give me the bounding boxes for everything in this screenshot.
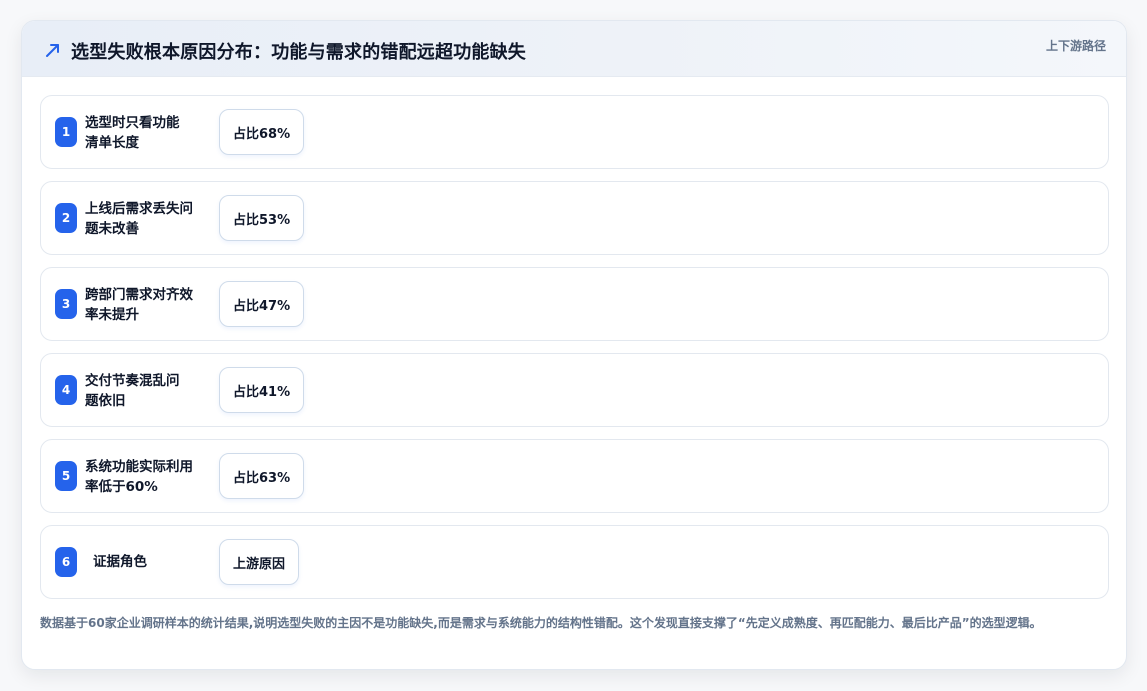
- cause-row: 3 跨部门需求对齐效 率未提升 占比47%: [40, 267, 1109, 341]
- path-tag: 上下游路径: [1045, 39, 1106, 53]
- cause-label-line: 题依旧: [85, 393, 126, 409]
- card-title: 选型失败根本原因分布：功能与需求的错配远超功能缺失: [71, 42, 526, 63]
- cause-row: 2 上线后需求丢失问 题未改善 占比53%: [40, 181, 1109, 255]
- cause-row: 5 系统功能实际利用 率低于60% 占比63%: [40, 439, 1109, 513]
- cause-label-line: 题未改善: [85, 221, 139, 237]
- cause-label-line: 清单长度: [85, 135, 139, 151]
- rank-badge: 2: [55, 203, 77, 233]
- analysis-card: 选型失败根本原因分布：功能与需求的错配远超功能缺失 上下游路径 1 选型时只看功…: [21, 20, 1127, 670]
- cause-label-line: 跨部门需求对齐效: [85, 287, 193, 303]
- rank-badge: 5: [55, 461, 77, 491]
- cause-row: 1 选型时只看功能 清单长度 占比68%: [40, 95, 1109, 169]
- share-pill: 占比68%: [219, 109, 305, 155]
- cause-label-line: 选型时只看功能: [85, 115, 180, 131]
- cause-label: 交付节奏混乱问 题依旧: [85, 371, 211, 411]
- share-pill: 占比63%: [219, 453, 305, 499]
- cause-list: 1 选型时只看功能 清单长度 占比68% 2 上线后需求丢失问 题未改善 占比5…: [40, 95, 1109, 611]
- share-pill: 占比41%: [219, 367, 305, 413]
- rank-badge: 1: [55, 117, 77, 147]
- cause-label: 系统功能实际利用 率低于60%: [85, 457, 211, 497]
- trend-arrow-icon: [46, 44, 59, 57]
- footnote: 数据基于60家企业调研样本的统计结果,说明选型失败的主因不是功能缺失,而是需求与…: [40, 616, 1042, 630]
- cause-label: 选型时只看功能 清单长度: [85, 113, 211, 153]
- cause-row: 6 证据角色 上游原因: [40, 525, 1109, 599]
- cause-label: 上线后需求丢失问 题未改善: [85, 199, 211, 239]
- rank-badge: 6: [55, 547, 77, 577]
- cause-label-line: 率低于60%: [85, 479, 158, 495]
- rank-badge: 4: [55, 375, 77, 405]
- cause-label: 证据角色: [93, 554, 147, 570]
- cause-label: 跨部门需求对齐效 率未提升: [85, 285, 211, 325]
- share-pill: 占比47%: [219, 281, 305, 327]
- cause-row: 4 交付节奏混乱问 题依旧 占比41%: [40, 353, 1109, 427]
- cause-label-line: 系统功能实际利用: [85, 459, 193, 475]
- role-pill: 上游原因: [219, 539, 300, 585]
- cause-label-line: 上线后需求丢失问: [85, 201, 193, 217]
- share-pill: 占比53%: [219, 195, 305, 241]
- rank-badge: 3: [55, 289, 77, 319]
- cause-label-line: 率未提升: [85, 307, 139, 323]
- cause-label-line: 交付节奏混乱问: [85, 373, 180, 389]
- card-header: 选型失败根本原因分布：功能与需求的错配远超功能缺失 上下游路径: [22, 21, 1126, 77]
